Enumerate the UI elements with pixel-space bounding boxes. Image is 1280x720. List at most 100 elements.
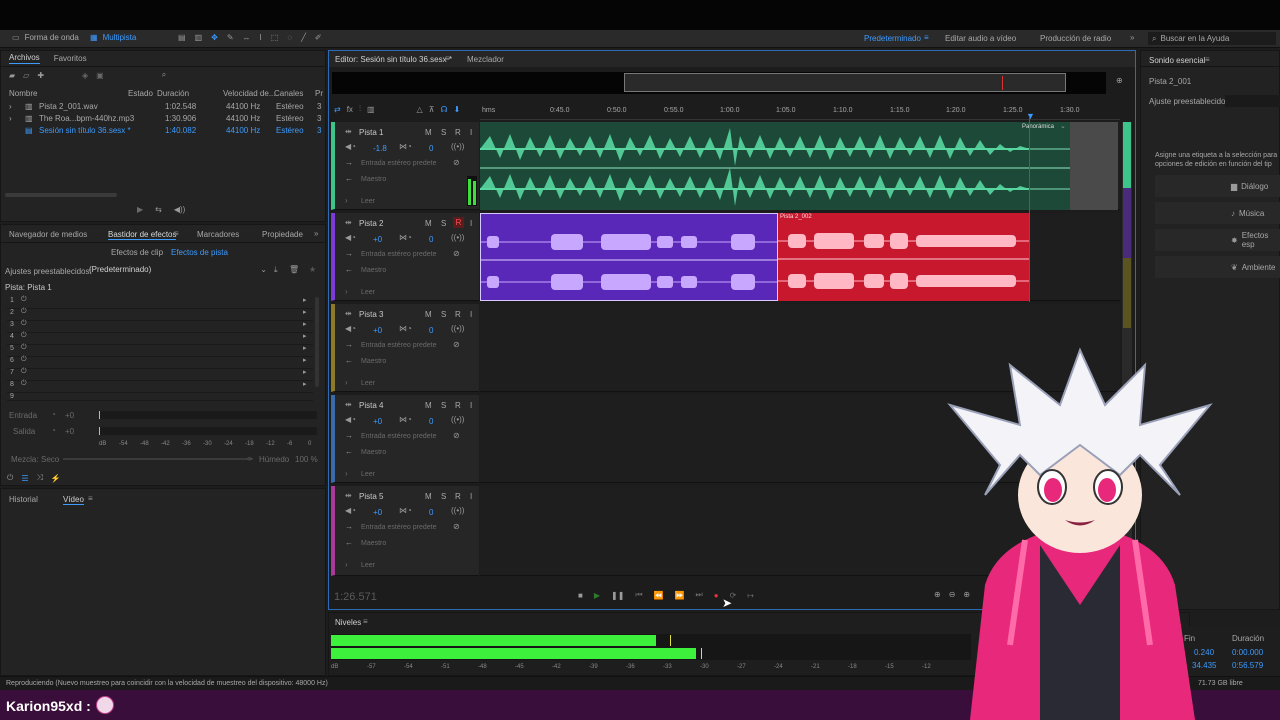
move-tool-icon[interactable]: ✥ — [211, 33, 218, 42]
sel-dur-1[interactable]: 0:00.000 — [1232, 648, 1263, 657]
time-selection-tool-icon[interactable]: I — [260, 33, 262, 42]
power-icon[interactable]: ⏻ — [21, 356, 27, 364]
effect-slot[interactable]: 1 ⏻ ▸ — [7, 296, 313, 309]
tab-editor[interactable]: Editor: Sesión sin título 36.sesx * — [335, 55, 452, 64]
stereo-icon[interactable]: ((•)) — [451, 324, 464, 333]
files-scrollbar[interactable] — [5, 193, 117, 197]
solo-button[interactable]: S — [441, 401, 446, 410]
input-knob-icon[interactable]: ◔ — [51, 410, 56, 419]
track-lane-2[interactable]: Pista 2_002 — [480, 213, 1120, 301]
track-name[interactable]: Pista 3 — [359, 310, 383, 319]
pan-knob-icon[interactable]: ⋈◔ — [399, 324, 412, 333]
filter-search-icon[interactable]: ⌕ — [162, 70, 166, 80]
pause-icon[interactable]: ❚❚ — [611, 591, 624, 600]
col-name[interactable]: Nombre — [9, 89, 37, 98]
music-button[interactable]: ♪ Música — [1155, 202, 1280, 224]
zoom-to-fit-icon[interactable]: ⊕ — [1116, 76, 1123, 85]
fast-forward-icon[interactable]: ⏩ — [675, 591, 685, 600]
rack-route-icon[interactable]: ⤨ — [37, 473, 43, 483]
track-volume[interactable]: +0 — [373, 508, 382, 517]
track-input[interactable]: Entrada estéreo predete — [361, 251, 437, 258]
workspace-default[interactable]: Predeterminado — [864, 34, 921, 43]
input-value[interactable]: +0 — [65, 411, 74, 420]
insert-multitrack-icon[interactable]: ◈ — [82, 71, 88, 80]
subtab-track-effects[interactable]: Efectos de pista — [171, 248, 228, 257]
solo-button[interactable]: S — [441, 492, 446, 501]
track-output[interactable]: Maestro — [361, 358, 386, 365]
tab-video[interactable]: Vídeo — [63, 495, 84, 505]
track-input[interactable]: Entrada estéreo predete — [361, 524, 437, 531]
phase-icon[interactable]: ⊘ — [453, 431, 460, 440]
mix-slider[interactable] — [63, 458, 253, 460]
play-preview-icon[interactable]: ▶ — [137, 205, 143, 214]
track-lane-1[interactable]: Panorámica ⌄ — [480, 122, 1120, 210]
razor-tool-icon[interactable]: ✎ — [227, 33, 234, 42]
sends-icon[interactable]: ⫶ — [359, 104, 361, 114]
track-drag-icon[interactable]: ⇹ — [345, 309, 352, 318]
rack-lightning-icon[interactable]: ⚡ — [51, 474, 61, 483]
track-pan[interactable]: 0 — [429, 417, 433, 426]
lasso-tool-icon[interactable]: ◌ — [287, 33, 292, 42]
track-pan[interactable]: 0 — [429, 144, 433, 153]
snap-icon[interactable]: ⊼ — [429, 105, 435, 114]
delete-preset-icon[interactable]: 🗑 — [289, 265, 299, 274]
volume-knob-icon[interactable]: ◀◔ — [345, 233, 356, 242]
track-drag-icon[interactable]: ⇹ — [345, 218, 352, 227]
workspace-edit-video[interactable]: Editar audio a vídeo — [945, 34, 1016, 43]
playhead-marker-icon[interactable]: ▼ — [1026, 111, 1035, 121]
levels-title[interactable]: Niveles — [335, 618, 361, 627]
mix-slider-handle-icon[interactable]: ○ — [247, 454, 252, 463]
input-monitor-button[interactable]: I — [470, 128, 472, 137]
go-to-end-icon[interactable]: ⏭ — [696, 590, 703, 600]
track-expand-icon[interactable]: › — [345, 378, 348, 387]
tab-effects-rack[interactable]: Bastidor de efectos — [108, 230, 177, 240]
track-read-mode[interactable]: Leer — [361, 198, 375, 205]
input-monitor-button[interactable]: I — [470, 401, 472, 410]
track-name[interactable]: Pista 1 — [359, 128, 383, 137]
workspace-radio[interactable]: Producción de radio — [1040, 34, 1111, 43]
expand-icon[interactable]: › — [9, 114, 12, 123]
slot-arrow-icon[interactable]: ▸ — [303, 320, 307, 328]
panel-menu-icon[interactable]: ≡ — [363, 617, 368, 626]
stereo-icon[interactable]: ((•)) — [451, 506, 464, 515]
slot-arrow-icon[interactable]: ▸ — [303, 308, 307, 316]
solo-button[interactable]: S — [441, 128, 446, 137]
headphones-icon[interactable]: ☊ — [441, 105, 448, 114]
pan-knob-icon[interactable]: ⋈◔ — [399, 142, 412, 151]
import-file-icon[interactable]: ▱ — [23, 71, 29, 80]
pan-knob-icon[interactable]: ⋈◔ — [399, 233, 412, 242]
eq-icon[interactable]: ▥ — [367, 105, 375, 114]
tab-properties[interactable]: Propiedade — [262, 230, 303, 239]
pan-knob-icon[interactable]: ⋈◔ — [399, 415, 412, 424]
tab-markers[interactable]: Marcadores — [197, 230, 239, 239]
file-row[interactable]: › ▥ Pista 2_001.wav 1:02.548 44100 Hz Es… — [1, 102, 325, 114]
sfx-button[interactable]: ✸ Efectos esp — [1155, 229, 1280, 251]
input-monitor-button[interactable]: I — [470, 219, 472, 228]
track-volume[interactable]: +0 — [373, 235, 382, 244]
more-workspaces-icon[interactable]: » — [1130, 33, 1134, 42]
skip-selection-icon[interactable]: ↦ — [747, 591, 754, 600]
sel-dur-2[interactable]: 0:56.579 — [1232, 661, 1263, 670]
track-drag-icon[interactable]: ⇹ — [345, 400, 352, 409]
presets-dropdown[interactable]: (Predeterminado) ⌄ — [89, 265, 269, 277]
tab-favoritos[interactable]: Favoritos — [54, 54, 87, 63]
stereo-icon[interactable]: ((•)) — [451, 415, 464, 424]
tab-mixer[interactable]: Mezclador — [467, 55, 504, 64]
track-expand-icon[interactable]: › — [345, 287, 348, 296]
stereo-icon[interactable]: ((•)) — [451, 233, 464, 242]
track-pan[interactable]: 0 — [429, 508, 433, 517]
track-volume[interactable]: +0 — [373, 326, 382, 335]
multitrack-view-button[interactable]: ▦ Multipista — [90, 33, 136, 42]
editor-menu-icon[interactable]: ≡ — [445, 54, 450, 63]
track-output[interactable]: Maestro — [361, 176, 386, 183]
healing-tool-icon[interactable]: ✐ — [315, 33, 322, 42]
chevron-down-icon[interactable]: ⌄ — [1060, 122, 1066, 130]
brush-tool-icon[interactable]: ╱ — [301, 33, 306, 42]
record-arm-button-active[interactable]: R — [453, 217, 464, 228]
effect-slot[interactable]: 9 — [7, 393, 313, 401]
mute-button[interactable]: M — [425, 219, 432, 228]
playhead-line[interactable] — [1029, 116, 1030, 302]
track-drag-icon[interactable]: ⇹ — [345, 491, 352, 500]
track-expand-icon[interactable]: › — [345, 469, 348, 478]
effect-slot[interactable]: 7 ⏻ ▸ — [7, 368, 313, 381]
